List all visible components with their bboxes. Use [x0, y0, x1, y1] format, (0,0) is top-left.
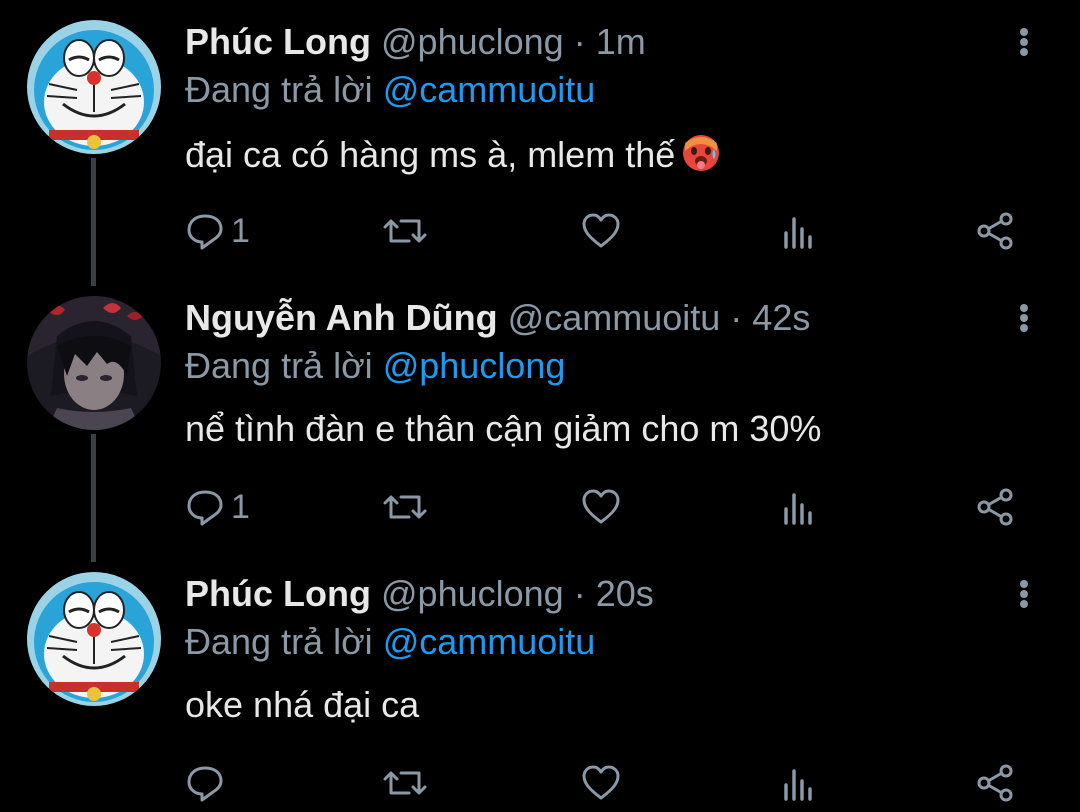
tweet-text-content: oke nhá đại ca [185, 684, 420, 725]
reply-count: 1 [231, 487, 250, 526]
replying-prefix: Đang trả lời [185, 621, 373, 662]
analytics-icon [784, 217, 812, 249]
like-button[interactable] [581, 482, 621, 532]
more-options-icon[interactable] [1012, 300, 1036, 336]
hot-face-emoji [681, 133, 721, 173]
tweet-actions: 1 [185, 206, 1045, 256]
tweet[interactable]: Phúc Long @phuclong · 20s Đang trả lời @… [0, 552, 1080, 812]
tweet-actions [185, 758, 1045, 808]
analytics-icon [784, 769, 812, 801]
doraemon-avatar-image [27, 20, 161, 154]
tweet-text-content: đại ca có hàng ms à, mlem thế [185, 134, 676, 175]
like-button[interactable] [581, 758, 621, 808]
user-handle[interactable]: @phuclong [381, 573, 564, 614]
tweet-header: Nguyễn Anh Dũng @cammuoitu · 42s [185, 298, 810, 338]
replying-prefix: Đang trả lời [185, 345, 373, 386]
analytics-button[interactable] [779, 206, 819, 256]
like-icon [582, 489, 620, 524]
tweet-text: đại ca có hàng ms à, mlem thế [185, 133, 721, 175]
more-options-icon[interactable] [1012, 24, 1036, 60]
replying-to: Đang trả lời @cammuoitu [185, 70, 595, 110]
timestamp[interactable]: 1m [596, 21, 646, 62]
retweet-button[interactable] [383, 206, 427, 256]
share-icon [977, 764, 1013, 802]
tweet-text-content: nể tình đàn e thân cận giảm cho m 30% [185, 408, 822, 449]
separator: · [573, 21, 586, 62]
share-button[interactable] [975, 206, 1015, 256]
retweet-icon [383, 495, 427, 519]
mention-link[interactable]: @cammuoitu [383, 621, 596, 662]
retweet-button[interactable] [383, 482, 427, 532]
reply-count: 1 [231, 211, 250, 250]
retweet-icon [383, 219, 427, 243]
analytics-button[interactable] [779, 482, 819, 532]
tweet[interactable]: Nguyễn Anh Dũng @cammuoitu · 42s Đang tr… [0, 276, 1080, 552]
like-icon [582, 765, 620, 800]
anime-boy-avatar-image [27, 296, 161, 430]
replying-prefix: Đang trả lời [185, 69, 373, 110]
like-icon [582, 213, 620, 248]
reply-button[interactable]: 1 [185, 482, 250, 532]
tweet-header: Phúc Long @phuclong · 1m [185, 22, 646, 62]
retweet-icon [383, 771, 427, 795]
tweet-actions: 1 [185, 482, 1045, 532]
separator: · [730, 297, 743, 338]
timestamp[interactable]: 42s [752, 297, 810, 338]
reply-button[interactable] [185, 758, 231, 808]
reply-icon [187, 214, 223, 250]
display-name[interactable]: Phúc Long [185, 573, 371, 614]
more-options-icon[interactable] [1012, 576, 1036, 612]
retweet-button[interactable] [383, 758, 427, 808]
avatar[interactable] [27, 572, 161, 706]
reply-button[interactable]: 1 [185, 206, 250, 256]
mention-link[interactable]: @phuclong [383, 345, 566, 386]
like-button[interactable] [581, 206, 621, 256]
share-icon [977, 488, 1013, 526]
timestamp[interactable]: 20s [596, 573, 654, 614]
tweet-text: oke nhá đại ca [185, 685, 419, 725]
mention-link[interactable]: @cammuoitu [383, 69, 596, 110]
analytics-button[interactable] [779, 758, 819, 808]
avatar[interactable] [27, 296, 161, 430]
user-handle[interactable]: @cammuoitu [508, 297, 721, 338]
share-button[interactable] [975, 758, 1015, 808]
separator: · [573, 573, 586, 614]
display-name[interactable]: Nguyễn Anh Dũng [185, 297, 498, 338]
avatar[interactable] [27, 20, 161, 154]
share-button[interactable] [975, 482, 1015, 532]
reply-icon [187, 766, 223, 802]
user-handle[interactable]: @phuclong [381, 21, 564, 62]
display-name[interactable]: Phúc Long [185, 21, 371, 62]
analytics-icon [784, 493, 812, 525]
replying-to: Đang trả lời @cammuoitu [185, 622, 595, 662]
share-icon [977, 212, 1013, 250]
doraemon-avatar-image [27, 572, 161, 706]
tweet-header: Phúc Long @phuclong · 20s [185, 574, 654, 614]
tweet[interactable]: Phúc Long @phuclong · 1m Đang trả lời @c… [0, 0, 1080, 276]
reply-icon [187, 490, 223, 526]
replying-to: Đang trả lời @phuclong [185, 346, 565, 386]
tweet-text: nể tình đàn e thân cận giảm cho m 30% [185, 409, 821, 449]
